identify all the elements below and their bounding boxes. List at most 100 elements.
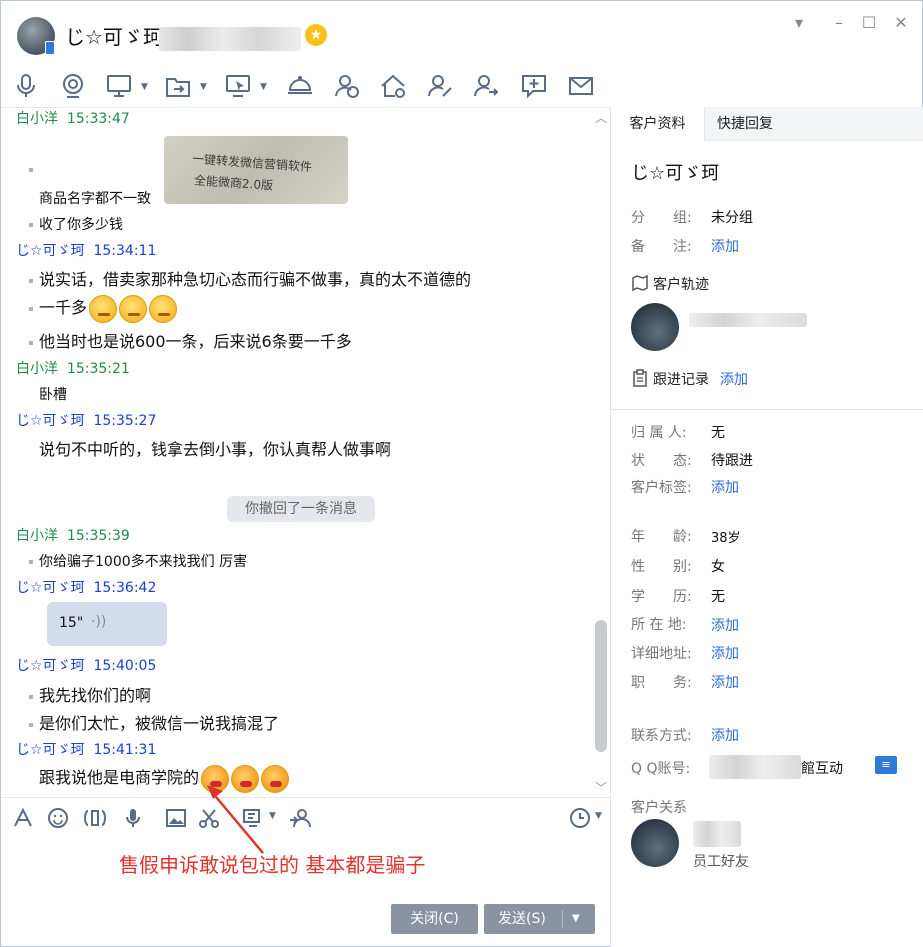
message-header: 白小洋 15:35:21 [16,358,130,378]
add-note-link[interactable]: 添加 [711,236,739,256]
screen-share-icon[interactable] [104,71,134,101]
add-comment-icon[interactable] [519,71,549,101]
card-icon[interactable]: ≡ [875,756,897,774]
contact-name: じ☆可ゞ珂 [65,25,163,49]
add-contact-link[interactable]: 添加 [711,725,739,745]
chat-history[interactable]: 白小洋 15:33:47 一键转发微信营销软件 全能微商2.0版 商品名字都不一… [1,107,610,797]
add-address-link[interactable]: 添加 [711,643,739,663]
smirk-emoji-icon [119,294,148,323]
service-icon[interactable] [285,71,315,101]
map-icon [632,274,648,292]
chat-scrollbar[interactable] [595,620,607,752]
file-transfer-caret[interactable]: ▼ [200,82,207,92]
microphone-icon[interactable] [11,71,41,101]
add-job-link[interactable]: 添加 [711,672,739,692]
redacted-trail-info [689,313,807,327]
owner-label: 归 属 人: [631,425,687,441]
message-line: 是你们太忙，被微信一说我搞混了 [29,710,279,734]
send-options-caret-icon[interactable]: ▼ [572,904,580,934]
message-text: 他当时也是说600一条，后来说6条要一千多 [39,332,352,351]
chevron-down-icon[interactable]: ▾ [789,13,809,33]
message-time: 15:36:42 [93,580,157,596]
sender-name: じ☆可ゞ珂 [16,658,85,674]
sender-name: じ☆可ゞ珂 [16,580,85,596]
customer-name: じ☆可ゞ珂 [631,163,720,184]
input-toolbar: ▼ ▼ [1,797,610,837]
gender-value: 女 [711,559,725,575]
add-location-link[interactable]: 添加 [711,615,739,635]
relation-avatar [631,819,679,867]
send-button[interactable]: 发送(S) ▼ [484,904,595,934]
clock-icon[interactable] [568,806,592,830]
remote-desktop-caret[interactable]: ▼ [260,82,267,92]
voice-message[interactable]: 15" ·)) [47,602,167,646]
message-input[interactable]: 售假申诉敢说包过的 基本都是骗子 [119,849,425,878]
remote-desktop-icon[interactable] [223,71,253,101]
tab-customer-info[interactable]: 客户资料 [611,107,705,141]
message-time: 15:35:21 [66,361,130,377]
clock-caret[interactable]: ▼ [595,811,602,821]
tab-quick-reply[interactable]: 快捷回复 [705,107,923,141]
chat-toolbar: ▼ ▼ ▼ [1,63,922,107]
education-value: 无 [711,589,725,605]
qq-label: Q Q账号: [631,761,691,777]
message-time: 15:35:27 [93,413,157,429]
tags-label: 客户标签: [631,480,692,496]
voice-duration: 15" [59,615,84,631]
address-label: 详细地址: [631,646,692,662]
message-line: 一千多 [29,294,178,323]
message-line: 你给骗子1000多不来找我们 厉害 [29,551,247,571]
close-icon[interactable]: ✕ [891,13,911,33]
message-text: 跟我说他是电商学院的 [39,768,200,787]
redacted-name-suffix [159,27,301,51]
message-text: 说实话，借卖家那种急切心态而行骗不做事，真的太不道德的 [39,270,472,289]
user-edit-icon[interactable] [425,71,455,101]
scroll-down-icon[interactable]: ﹀ [594,782,608,794]
sender-name: じ☆可ゞ珂 [16,742,85,758]
font-icon[interactable] [11,806,35,830]
message-text: 一千多 [39,298,88,317]
sender-name: 白小洋 [16,111,58,127]
transfer-user-icon[interactable] [288,806,312,830]
message-text: 收了你多少钱 [39,217,123,233]
chat-window: じ☆可ゞ珂 ★ ▾ – ☐ ✕ ▼ ▼ ▼ 白小洋 15:33:47 一键转发微… [0,0,923,947]
gender-label: 性 别: [631,559,692,575]
mail-icon[interactable] [566,71,596,101]
add-follow-link[interactable]: 添加 [720,369,748,389]
maximize-icon[interactable]: ☐ [859,13,879,33]
message-text: 你给骗子1000多不来找我们 厉害 [39,554,248,570]
message-header: 白小洋 15:33:47 [16,108,130,128]
gif-icon[interactable] [83,806,107,830]
message-line: 我先找你们的啊 [29,682,151,706]
sender-name: 白小洋 [16,528,58,544]
message-time: 15:33:47 [66,111,130,127]
trail-avatar [631,303,679,351]
job-label: 职 务: [631,675,692,691]
user-check-icon[interactable] [332,71,362,101]
message-image[interactable]: 一键转发微信营销软件 全能微商2.0版 [164,136,348,204]
sender-name: じ☆可ゞ珂 [16,243,85,259]
voice-input-icon[interactable] [121,806,145,830]
emoji-icon[interactable] [46,806,70,830]
message-header: じ☆可ゞ珂 15:41:31 [16,739,156,759]
screen-share-caret[interactable]: ▼ [141,82,148,92]
image-icon[interactable] [164,806,188,830]
message-time: 15:41:31 [93,742,157,758]
user-transfer-icon[interactable] [471,71,501,101]
trail-title: 客户轨迹 [653,277,709,293]
video-icon[interactable] [58,71,88,101]
age-label: 年 龄: [631,529,692,545]
close-button[interactable]: 关闭(C) [391,904,478,934]
message-header: じ☆可ゞ珂 15:36:42 [16,577,156,597]
message-text: 是你们太忙，被微信一说我搞混了 [39,714,280,733]
title-bar: じ☆可ゞ珂 ★ ▾ – ☐ ✕ [1,1,922,63]
minimize-icon[interactable]: – [829,13,849,33]
add-tags-link[interactable]: 添加 [711,477,739,497]
note-label: 备 注: [631,239,692,255]
follow-title: 跟进记录 [653,372,709,388]
home-icon[interactable] [378,71,408,101]
file-transfer-icon[interactable] [163,71,193,101]
scroll-up-icon[interactable]: ︿ [594,112,608,124]
mobile-status-icon [45,41,55,55]
star-icon[interactable]: ★ [305,24,327,46]
